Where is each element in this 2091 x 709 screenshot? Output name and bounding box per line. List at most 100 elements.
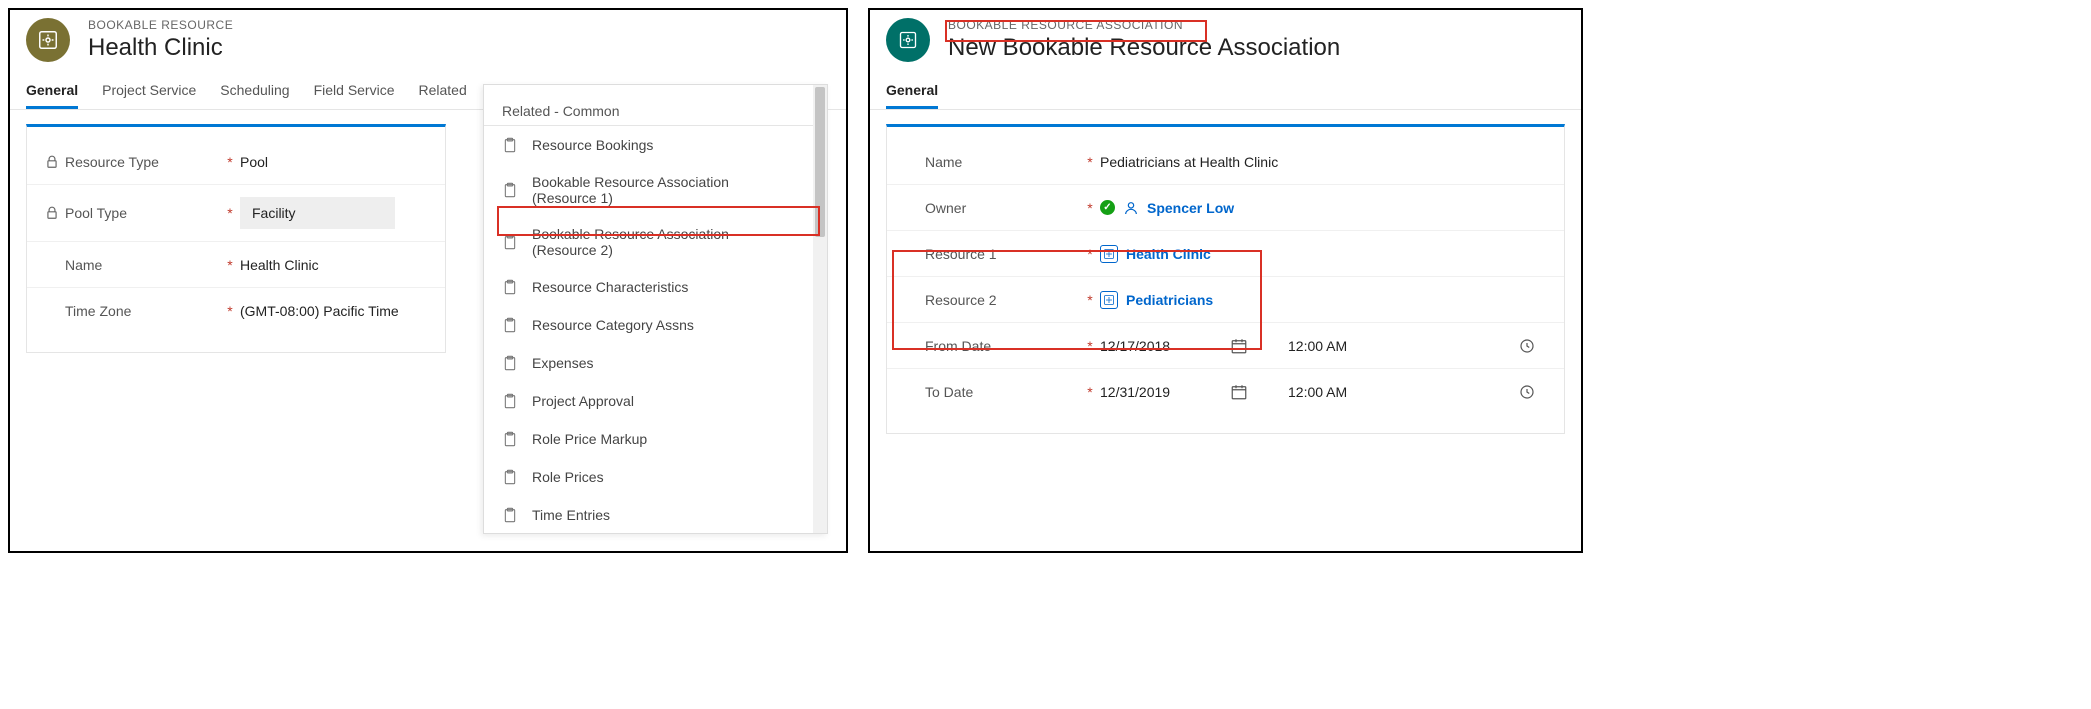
person-icon <box>1123 200 1139 216</box>
field-resource-type[interactable]: Resource Type * Pool <box>27 139 445 185</box>
field-label: Name <box>905 154 962 170</box>
tab-general[interactable]: General <box>26 76 78 109</box>
field-label: Resource Type <box>65 154 159 170</box>
related-item-time-entries[interactable]: Time Entries <box>484 496 813 534</box>
bookable-resource-association-form: BOOKABLE RESOURCE ASSOCIATION New Bookab… <box>868 8 1583 553</box>
form-header: BOOKABLE RESOURCE Health Clinic <box>10 10 846 76</box>
date-value[interactable]: 12/17/2018 <box>1100 338 1190 354</box>
field-label: To Date <box>905 384 973 400</box>
date-value[interactable]: 12/31/2019 <box>1100 384 1190 400</box>
related-item-label: Resource Bookings <box>532 137 653 153</box>
lock-icon <box>45 155 59 169</box>
field-time-zone[interactable]: Time Zone * (GMT-08:00) Pacific Time <box>27 288 445 334</box>
field-label: Resource 1 <box>905 246 997 262</box>
field-value[interactable]: Pediatricians <box>1100 291 1546 309</box>
field-value: Facility <box>240 197 395 229</box>
related-item-resource-category-assns[interactable]: Resource Category Assns <box>484 306 813 344</box>
field-label: Pool Type <box>65 205 127 221</box>
entity-icon <box>26 18 70 62</box>
related-item-expenses[interactable]: Expenses <box>484 344 813 382</box>
required-indicator: * <box>1080 200 1100 216</box>
related-item-label: Project Approval <box>532 393 634 409</box>
flyout-section-header: Related - Common <box>484 85 813 126</box>
tab-related[interactable]: Related <box>419 76 467 109</box>
field-value: Health Clinic <box>240 257 427 273</box>
check-icon: ✓ <box>1100 200 1115 215</box>
field-label: From Date <box>905 338 991 354</box>
general-panel: Name * Pediatricians at Health Clinic Ow… <box>886 124 1565 434</box>
field-resource1[interactable]: Resource 1 * Health Clinic <box>887 231 1564 277</box>
required-indicator: * <box>1080 384 1100 400</box>
related-item-label: Role Prices <box>532 469 604 485</box>
lock-icon <box>45 206 59 220</box>
field-value[interactable]: ✓ Spencer Low <box>1100 200 1546 216</box>
clock-icon[interactable] <box>1518 383 1536 401</box>
owner-link-text: Spencer Low <box>1147 200 1234 216</box>
flyout-scrollbar[interactable] <box>813 85 827 533</box>
required-indicator: * <box>1080 154 1100 170</box>
related-item-resource-bookings[interactable]: Resource Bookings <box>484 126 813 164</box>
related-item-label: Bookable Resource Association (Resource … <box>532 226 795 258</box>
clock-icon[interactable] <box>1518 337 1536 355</box>
related-item-label: Bookable Resource Association (Resource … <box>532 174 795 206</box>
field-from-date[interactable]: From Date * 12/17/2018 12:00 AM <box>887 323 1564 369</box>
general-panel: Resource Type * Pool Pool Type * Facilit… <box>26 124 446 353</box>
entity-type-label: BOOKABLE RESOURCE <box>88 18 233 32</box>
required-indicator: * <box>220 257 240 273</box>
field-resource2[interactable]: Resource 2 * Pediatricians <box>887 277 1564 323</box>
clipboard-icon <box>502 392 518 410</box>
field-to-date[interactable]: To Date * 12/31/2019 12:00 AM <box>887 369 1564 415</box>
required-indicator: * <box>1080 292 1100 308</box>
calendar-icon[interactable] <box>1230 337 1248 355</box>
required-indicator: * <box>220 205 240 221</box>
related-flyout: Related - Common Resource Bookings Booka… <box>483 84 828 534</box>
related-item-role-prices[interactable]: Role Prices <box>484 458 813 496</box>
clipboard-icon <box>502 430 518 448</box>
tab-field-service[interactable]: Field Service <box>314 76 395 109</box>
required-indicator: * <box>220 303 240 319</box>
time-value[interactable]: 12:00 AM <box>1288 384 1347 400</box>
field-name[interactable]: Name * Pediatricians at Health Clinic <box>887 139 1564 185</box>
form-header: BOOKABLE RESOURCE ASSOCIATION New Bookab… <box>870 10 1581 76</box>
clipboard-icon <box>502 506 518 524</box>
entity-name: Health Clinic <box>88 34 233 62</box>
field-label: Resource 2 <box>905 292 997 308</box>
entity-name: New Bookable Resource Association <box>948 34 1340 62</box>
related-item-project-approval[interactable]: Project Approval <box>484 382 813 420</box>
time-value[interactable]: 12:00 AM <box>1288 338 1347 354</box>
clipboard-icon <box>502 316 518 334</box>
related-item-role-price-markup[interactable]: Role Price Markup <box>484 420 813 458</box>
entity-type-label: BOOKABLE RESOURCE ASSOCIATION <box>948 18 1340 32</box>
field-value[interactable]: Health Clinic <box>1100 245 1546 263</box>
clipboard-icon <box>502 278 518 296</box>
clipboard-icon <box>502 354 518 372</box>
tab-bar: General <box>870 76 1581 110</box>
related-item-label: Expenses <box>532 355 593 371</box>
related-item-bra-resource2[interactable]: Bookable Resource Association (Resource … <box>484 216 813 268</box>
related-item-label: Resource Category Assns <box>532 317 694 333</box>
field-label: Owner <box>905 200 966 216</box>
resource1-link-text: Health Clinic <box>1126 246 1211 262</box>
field-name[interactable]: Name * Health Clinic <box>27 242 445 288</box>
clipboard-icon <box>502 233 518 251</box>
required-indicator: * <box>1080 338 1100 354</box>
related-item-label: Resource Characteristics <box>532 279 688 295</box>
related-item-resource-characteristics[interactable]: Resource Characteristics <box>484 268 813 306</box>
flyout-items: Resource Bookings Bookable Resource Asso… <box>484 126 827 534</box>
field-owner[interactable]: Owner * ✓ Spencer Low <box>887 185 1564 231</box>
field-pool-type[interactable]: Pool Type * Facility <box>27 185 445 242</box>
calendar-icon[interactable] <box>1230 383 1248 401</box>
clipboard-icon <box>502 136 518 154</box>
required-indicator: * <box>220 154 240 170</box>
tab-general[interactable]: General <box>886 76 938 109</box>
tab-project-service[interactable]: Project Service <box>102 76 196 109</box>
required-indicator: * <box>1080 246 1100 262</box>
clipboard-icon <box>502 468 518 486</box>
related-item-bra-resource1[interactable]: Bookable Resource Association (Resource … <box>484 164 813 216</box>
field-label: Time Zone <box>65 303 131 319</box>
field-value: (GMT-08:00) Pacific Time <box>240 303 427 319</box>
clipboard-icon <box>502 181 518 199</box>
tab-scheduling[interactable]: Scheduling <box>220 76 289 109</box>
entity-icon <box>886 18 930 62</box>
field-value: Pediatricians at Health Clinic <box>1100 154 1546 170</box>
